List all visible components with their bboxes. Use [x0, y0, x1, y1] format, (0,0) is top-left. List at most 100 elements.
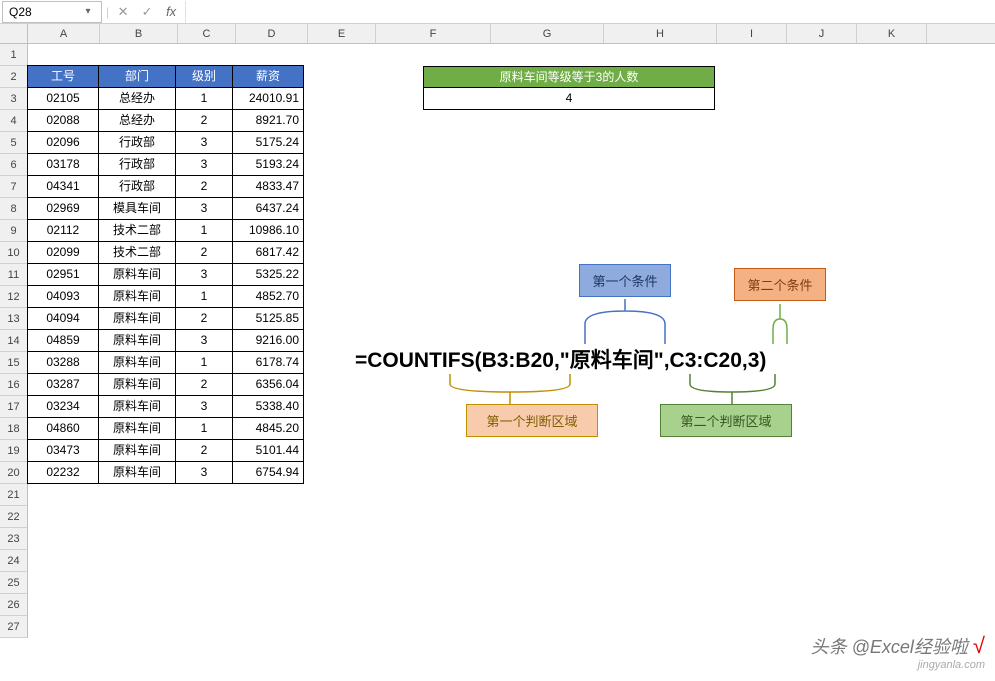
- col-header-I[interactable]: I: [717, 24, 787, 43]
- cell[interactable]: 技术二部: [98, 219, 176, 242]
- col-header-K[interactable]: K: [857, 24, 927, 43]
- col-header-A[interactable]: A: [28, 24, 100, 43]
- col-header-J[interactable]: J: [787, 24, 857, 43]
- cell[interactable]: 总经办: [98, 87, 176, 110]
- cell[interactable]: 02099: [27, 241, 99, 264]
- row-header[interactable]: 27: [0, 616, 28, 638]
- row-header[interactable]: 12: [0, 286, 28, 308]
- cell[interactable]: 04094: [27, 307, 99, 330]
- cell[interactable]: 原料车间: [98, 439, 176, 462]
- cell[interactable]: 原料车间: [98, 373, 176, 396]
- col-header-E[interactable]: E: [308, 24, 376, 43]
- cell[interactable]: 3: [175, 131, 233, 154]
- cell[interactable]: 行政部: [98, 175, 176, 198]
- cell[interactable]: 6437.24: [232, 197, 304, 220]
- cell[interactable]: 02112: [27, 219, 99, 242]
- cell[interactable]: 4845.20: [232, 417, 304, 440]
- cell[interactable]: 行政部: [98, 131, 176, 154]
- result-value[interactable]: 4: [423, 88, 715, 110]
- col-header-F[interactable]: F: [376, 24, 491, 43]
- cell[interactable]: 2: [175, 109, 233, 132]
- row-header[interactable]: 8: [0, 198, 28, 220]
- row-header[interactable]: 4: [0, 110, 28, 132]
- cell[interactable]: 原料车间: [98, 307, 176, 330]
- cell[interactable]: 原料车间: [98, 351, 176, 374]
- cell[interactable]: 02951: [27, 263, 99, 286]
- header-dept[interactable]: 部门: [98, 65, 176, 88]
- row-header[interactable]: 9: [0, 220, 28, 242]
- cell[interactable]: 9216.00: [232, 329, 304, 352]
- cell[interactable]: 8921.70: [232, 109, 304, 132]
- cell[interactable]: 6356.04: [232, 373, 304, 396]
- cell[interactable]: 2: [175, 175, 233, 198]
- row-header[interactable]: 20: [0, 462, 28, 484]
- cell[interactable]: 2: [175, 307, 233, 330]
- cell[interactable]: 4852.70: [232, 285, 304, 308]
- cell[interactable]: 03234: [27, 395, 99, 418]
- cell[interactable]: 3: [175, 395, 233, 418]
- cell[interactable]: 03287: [27, 373, 99, 396]
- header-salary[interactable]: 薪资: [232, 65, 304, 88]
- cell[interactable]: 04093: [27, 285, 99, 308]
- cell[interactable]: 1: [175, 351, 233, 374]
- formula-input[interactable]: [185, 1, 995, 23]
- header-level[interactable]: 级别: [175, 65, 233, 88]
- cell[interactable]: 02105: [27, 87, 99, 110]
- cell[interactable]: 03178: [27, 153, 99, 176]
- row-header[interactable]: 22: [0, 506, 28, 528]
- cell[interactable]: 03288: [27, 351, 99, 374]
- cell[interactable]: 04859: [27, 329, 99, 352]
- cell[interactable]: 02088: [27, 109, 99, 132]
- row-header[interactable]: 1: [0, 44, 28, 66]
- cell[interactable]: 原料车间: [98, 263, 176, 286]
- row-header[interactable]: 5: [0, 132, 28, 154]
- header-id[interactable]: 工号: [27, 65, 99, 88]
- col-header-G[interactable]: G: [491, 24, 604, 43]
- name-box[interactable]: Q28 ▾: [2, 1, 102, 23]
- row-header[interactable]: 26: [0, 594, 28, 616]
- cell[interactable]: 04860: [27, 417, 99, 440]
- cell[interactable]: 6178.74: [232, 351, 304, 374]
- cell[interactable]: 技术二部: [98, 241, 176, 264]
- cell[interactable]: 1: [175, 219, 233, 242]
- cell[interactable]: 03473: [27, 439, 99, 462]
- row-header[interactable]: 19: [0, 440, 28, 462]
- row-header[interactable]: 13: [0, 308, 28, 330]
- cell[interactable]: 1: [175, 417, 233, 440]
- row-header[interactable]: 15: [0, 352, 28, 374]
- cell[interactable]: 02232: [27, 461, 99, 484]
- cell[interactable]: 4833.47: [232, 175, 304, 198]
- col-header-D[interactable]: D: [236, 24, 308, 43]
- row-header[interactable]: 6: [0, 154, 28, 176]
- cell[interactable]: 原料车间: [98, 461, 176, 484]
- row-header[interactable]: 14: [0, 330, 28, 352]
- fx-icon[interactable]: fx: [161, 2, 181, 22]
- row-header[interactable]: 16: [0, 374, 28, 396]
- cell[interactable]: 1: [175, 285, 233, 308]
- select-all-corner[interactable]: [0, 24, 28, 43]
- cell[interactable]: 3: [175, 263, 233, 286]
- cell[interactable]: 2: [175, 373, 233, 396]
- cell[interactable]: 3: [175, 329, 233, 352]
- row-header[interactable]: 11: [0, 264, 28, 286]
- cell[interactable]: 02096: [27, 131, 99, 154]
- row-header[interactable]: 17: [0, 396, 28, 418]
- cell[interactable]: 5193.24: [232, 153, 304, 176]
- row-header[interactable]: 23: [0, 528, 28, 550]
- cell[interactable]: 原料车间: [98, 285, 176, 308]
- cell[interactable]: 2: [175, 241, 233, 264]
- cell[interactable]: 行政部: [98, 153, 176, 176]
- row-header[interactable]: 10: [0, 242, 28, 264]
- cell[interactable]: 5338.40: [232, 395, 304, 418]
- cell[interactable]: 5125.85: [232, 307, 304, 330]
- row-header[interactable]: 18: [0, 418, 28, 440]
- chevron-down-icon[interactable]: ▾: [81, 6, 95, 17]
- cell[interactable]: 1: [175, 87, 233, 110]
- row-header[interactable]: 7: [0, 176, 28, 198]
- result-title[interactable]: 原料车间等级等于3的人数: [423, 66, 715, 88]
- cell[interactable]: 5325.22: [232, 263, 304, 286]
- col-header-H[interactable]: H: [604, 24, 717, 43]
- cell[interactable]: 3: [175, 461, 233, 484]
- cell[interactable]: 10986.10: [232, 219, 304, 242]
- cell[interactable]: 3: [175, 153, 233, 176]
